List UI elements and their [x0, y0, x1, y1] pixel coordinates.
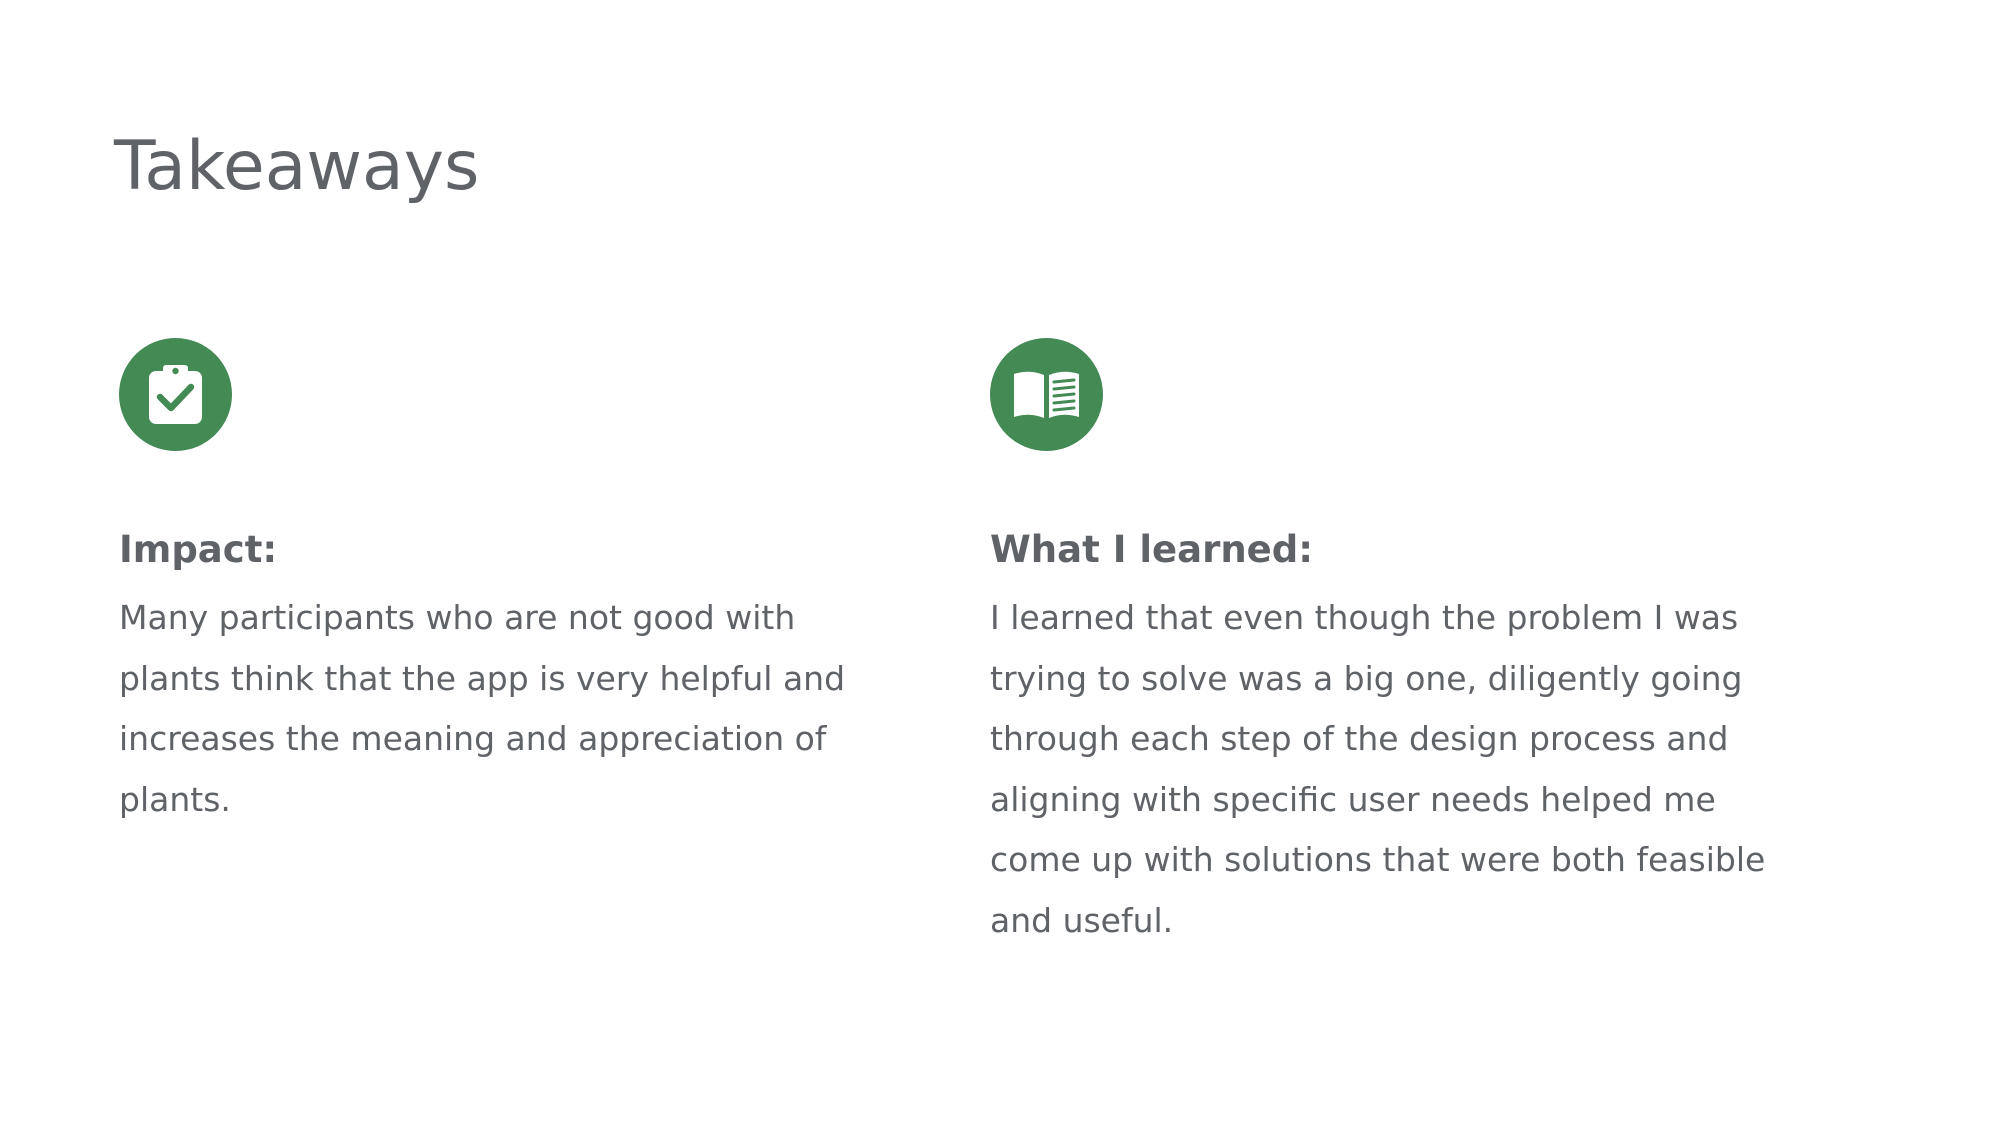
learned-line: trying to solve was a big one, diligentl…: [990, 658, 1743, 698]
learned-line: aligning with specific user needs helped…: [990, 779, 1716, 819]
learned-line: and useful.: [990, 900, 1174, 940]
impact-line: increases the meaning and appreciation o…: [119, 719, 827, 758]
impact-line: Many participants who are not good with: [119, 598, 796, 637]
learned-section: What I learned: I learned that even thou…: [990, 338, 1770, 940]
clipboard-check-icon: [119, 338, 232, 451]
impact-body: Many participants who are not good with …: [119, 588, 845, 830]
impact-section: Impact: Many participants who are not go…: [119, 338, 845, 819]
learned-line: come up with solutions that were both fe…: [990, 840, 1766, 879]
page-title: Takeaways: [114, 127, 480, 206]
learned-line: I learned that even though the problem I…: [990, 598, 1739, 637]
learned-body: I learned that even though the problem I…: [990, 588, 1765, 951]
impact-heading: Impact:: [119, 528, 278, 571]
impact-line: plants think that the app is very helpfu…: [119, 658, 846, 698]
open-book-icon: [990, 338, 1103, 451]
learned-line: through each step of the design process …: [990, 719, 1729, 758]
impact-line: plants.: [119, 779, 231, 819]
learned-heading: What I learned:: [990, 528, 1314, 571]
